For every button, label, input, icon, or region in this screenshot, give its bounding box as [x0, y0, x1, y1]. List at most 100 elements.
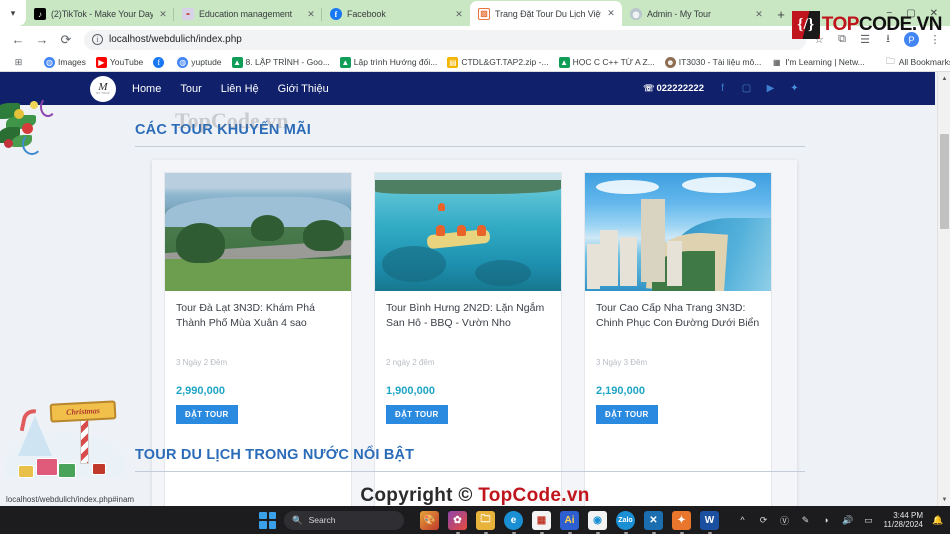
tab-search-dropdown[interactable]: ▾: [0, 0, 26, 26]
start-button[interactable]: [259, 511, 276, 529]
bookmark-images[interactable]: ◍ Images: [39, 56, 91, 68]
bookmark-youtube[interactable]: ▶ YouTube: [91, 56, 148, 68]
forward-icon[interactable]: →: [30, 28, 54, 52]
tree-shape: [302, 220, 344, 251]
wifi-icon[interactable]: ◗: [821, 515, 833, 525]
scroll-up-arrow-icon[interactable]: ▲: [938, 72, 950, 85]
bookmark-label: CTDL&GT.TAP2.zip -...: [461, 57, 549, 67]
instagram-icon[interactable]: ▢: [741, 83, 752, 94]
bookmark-yuptude[interactable]: ◍ yuptude: [172, 56, 226, 68]
update-icon[interactable]: ⟳: [758, 515, 770, 526]
logo-monogram: M: [98, 80, 108, 93]
all-bookmarks-button[interactable]: 🗀 All Bookmarks: [880, 56, 950, 68]
tour-price: 2,990,000: [176, 385, 225, 397]
bookmark-label: IT3030 - Tài liệu mô...: [678, 57, 762, 67]
network-icon: ▦: [771, 56, 783, 68]
twitter-icon[interactable]: ✦: [789, 83, 800, 94]
site-info-icon[interactable]: i: [92, 34, 103, 45]
word-app-icon[interactable]: W: [700, 510, 719, 530]
browser-tab-facebook[interactable]: f Facebook ✕: [321, 2, 470, 26]
book-tour-button[interactable]: ĐẶT TOUR: [176, 405, 238, 424]
bookmark-hoc-c-cpp[interactable]: ▲ HỌC C C++ TỪ A Z...: [554, 56, 660, 68]
bell-icon[interactable]: 🔔: [932, 515, 944, 526]
tab-close-icon[interactable]: ✕: [606, 8, 616, 19]
back-icon[interactable]: ←: [6, 28, 30, 52]
gift-box-shape: [18, 465, 34, 478]
browser-tab-tiktok[interactable]: ♪ (2)TikTok - Make Your Day ✕: [26, 2, 174, 26]
bookmark-label: Images: [58, 57, 86, 67]
paint-3d-app-icon[interactable]: 🎨: [420, 510, 439, 530]
bookmark-label: Lập trình Hướng đối...: [353, 57, 438, 67]
tab-close-icon[interactable]: ✕: [158, 9, 168, 20]
chevron-up-icon[interactable]: ^: [737, 515, 749, 525]
apps-shortcut-icon[interactable]: ⊞: [8, 56, 29, 68]
bookmark-label: HỌC C C++ TỪ A Z...: [572, 57, 655, 67]
heading-divider: [135, 146, 805, 147]
page-title: CÁC TOUR KHUYẾN MÃI: [135, 122, 311, 138]
new-tab-button[interactable]: +: [770, 2, 792, 26]
volume-icon[interactable]: 🔊: [842, 515, 854, 526]
taskbar-clock[interactable]: 3:44 PM 11/28/2024: [884, 511, 923, 529]
nav-item-gioi-thieu[interactable]: Giới Thiệu: [278, 83, 329, 95]
photos-app-icon[interactable]: ✿: [448, 510, 467, 530]
reload-icon[interactable]: ⟳: [54, 28, 78, 52]
nav-item-home[interactable]: Home: [132, 83, 161, 95]
person-shape: [477, 224, 487, 236]
xampp-app-icon[interactable]: ✦: [672, 510, 691, 530]
wordmark-code: CODE.VN: [858, 14, 943, 35]
url-text: localhost/webdulich/index.php: [109, 34, 242, 45]
browser-tab-admin[interactable]: ◍ Admin - My Tour ✕: [622, 2, 770, 26]
tab-close-icon[interactable]: ✕: [306, 9, 316, 20]
browser-tab-tour-active[interactable]: ▨ Trang Đặt Tour Du Lịch Việt Na ✕: [470, 1, 622, 26]
tour-card-body: Tour Bình Hưng 2N2D: Lặn Ngắm San Hô - B…: [375, 291, 561, 436]
tour-card-body: Tour Cao Cấp Nha Trang 3N3D: Chinh Phục …: [585, 291, 771, 436]
illustrator-app-icon[interactable]: Ai: [560, 510, 579, 530]
tab-title: Trang Đặt Tour Du Lịch Việt Na: [495, 8, 601, 19]
nav-item-lien-he[interactable]: Liên Hệ: [221, 83, 259, 95]
store-app-icon[interactable]: ▦: [532, 510, 551, 530]
chrome-app-icon[interactable]: ◉: [588, 510, 607, 530]
file-explorer-icon[interactable]: 🗀: [476, 510, 495, 530]
tab-close-icon[interactable]: ✕: [754, 9, 764, 20]
book-tour-button[interactable]: ĐẶT TOUR: [596, 405, 658, 424]
edge-app-icon[interactable]: e: [504, 510, 523, 530]
youtube-icon[interactable]: ▶: [765, 83, 776, 94]
tour-title: Tour Cao Cấp Nha Trang 3N3D: Chinh Phục …: [596, 302, 760, 330]
facebook-icon[interactable]: f: [717, 83, 728, 94]
drive-icon: ▲: [558, 56, 570, 68]
site-nav-right: ☏ 022222222 f ▢ ▶ ✦: [643, 72, 800, 105]
bookmark-lap-trinh-goo[interactable]: ▲ 8. LẬP TRÌNH - Goo...: [227, 56, 335, 68]
battery-icon[interactable]: ▭: [863, 515, 875, 526]
book-tour-button[interactable]: ĐẶT TOUR: [386, 405, 448, 424]
bookmark-lap-trinh-huong-doi[interactable]: ▲ Lập trình Hướng đối...: [335, 56, 443, 68]
bookmark-it3030[interactable]: ☻ IT3030 - Tài liệu mô...: [660, 56, 767, 68]
bookmark-facebook[interactable]: f: [148, 56, 172, 68]
cloud-shape: [596, 180, 660, 195]
section-title: TOUR DU LỊCH TRONG NƯỚC NỔI BẬT: [135, 447, 415, 463]
tab-close-icon[interactable]: ✕: [454, 9, 464, 20]
site-logo[interactable]: M MY TOUR: [90, 75, 116, 102]
address-bar[interactable]: i localhost/webdulich/index.php: [84, 29, 806, 50]
copyright-brand: TopCode.vn: [478, 485, 590, 506]
taskbar-search-box[interactable]: 🔍 Search: [284, 510, 404, 530]
browser-tab-education[interactable]: ◓ Education management ✕: [173, 2, 322, 26]
education-icon: ◓: [182, 8, 194, 20]
zalo-app-icon[interactable]: Zalo: [616, 510, 635, 530]
scrollbar-thumb[interactable]: [940, 134, 949, 229]
screen-root: ▾ ♪ (2)TikTok - Make Your Day ✕ ◓ Educat…: [0, 0, 950, 534]
globe-icon: ◍: [177, 56, 189, 68]
vscode-app-icon[interactable]: ✕: [644, 510, 663, 530]
taskbar-center-group: 🔍 Search 🎨 ✿ 🗀 e ▦ Ai ◉ Zalo ✕ ✦ W: [259, 510, 719, 530]
tab-title: Facebook: [347, 9, 386, 19]
bookmark-im-learning[interactable]: ▦ I'm Learning | Netw...: [766, 56, 869, 68]
grid-icon: ⊞: [13, 56, 24, 68]
page-scrollbar[interactable]: ▲ ▼: [937, 72, 950, 506]
contact-phone[interactable]: ☏ 022222222: [643, 83, 704, 94]
tour-card-body: Tour Đà Lạt 3N3D: Khám Phá Thành Phố Mùa…: [165, 291, 351, 436]
grass-shape: [165, 259, 351, 291]
vpn-icon[interactable]: Ⓥ: [779, 514, 791, 527]
topcode-badge-icon: {/}: [791, 11, 820, 39]
nav-item-tour[interactable]: Tour: [180, 83, 201, 95]
pen-icon[interactable]: ✎: [800, 515, 812, 526]
bookmark-ctdl-gt-zip[interactable]: ▤ CTDL&GT.TAP2.zip -...: [442, 56, 553, 68]
